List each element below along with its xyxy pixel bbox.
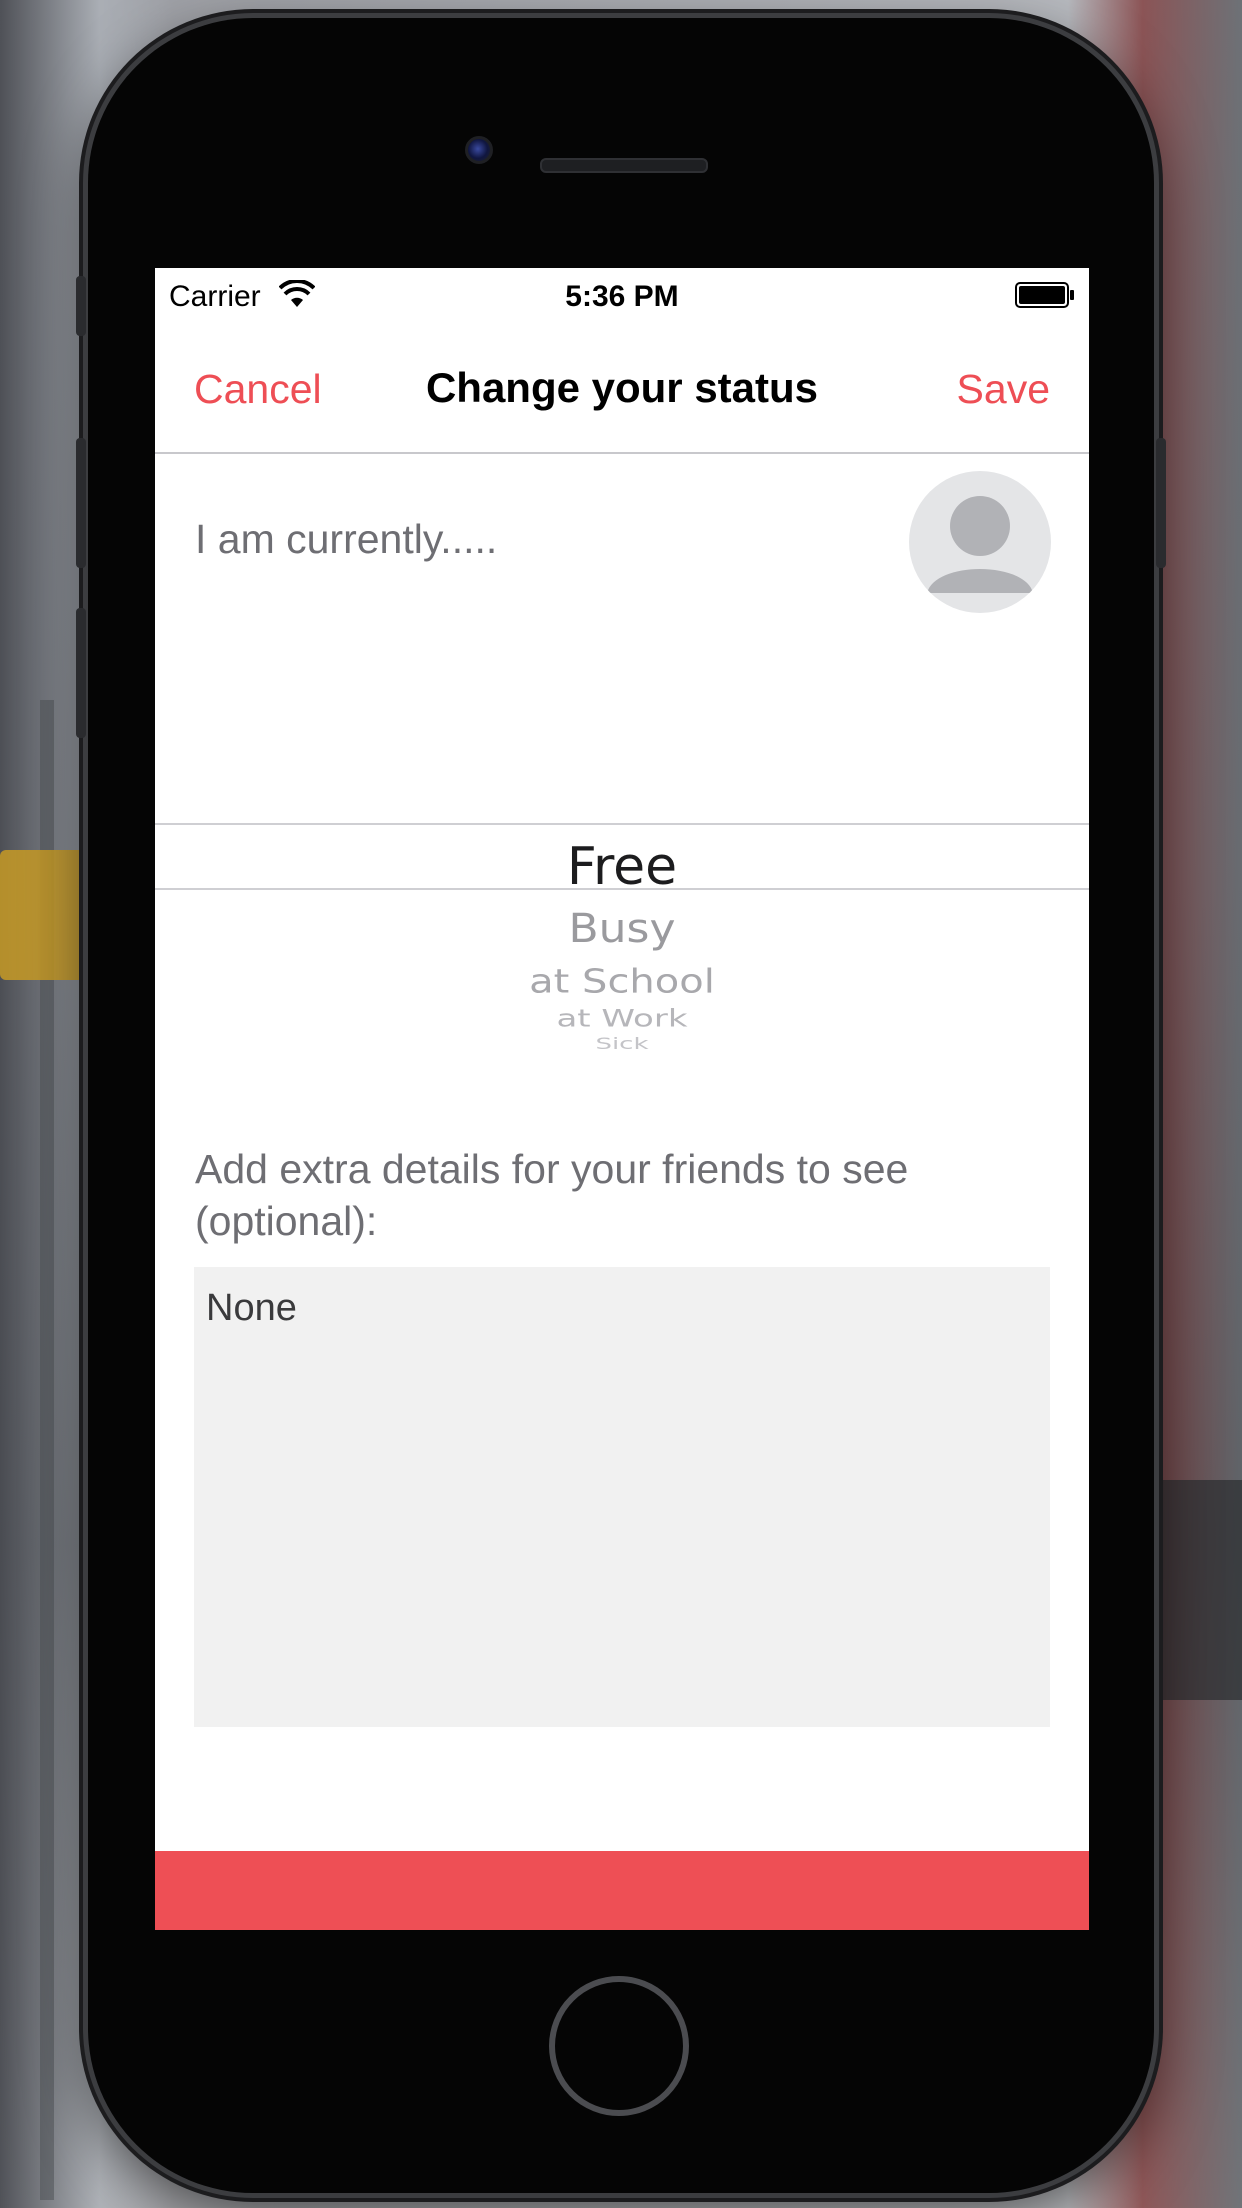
front-camera bbox=[465, 136, 493, 164]
details-label: Add extra details for your friends to se… bbox=[195, 1146, 909, 1244]
power-button bbox=[1156, 438, 1166, 568]
picker-option[interactable]: at School bbox=[155, 963, 1089, 1001]
picker-option[interactable]: Busy bbox=[155, 905, 1089, 952]
picker-option[interactable]: Sick bbox=[155, 1035, 1089, 1053]
background-sign bbox=[0, 850, 90, 980]
status-picker[interactable]: Free Busy at School at Work Sick bbox=[155, 823, 1089, 1343]
app-screen: Carrier 5:36 PM Cancel Change your statu… bbox=[155, 268, 1089, 1930]
bottom-action-bar[interactable] bbox=[155, 1851, 1089, 1930]
picker-option[interactable]: at Work bbox=[155, 1005, 1089, 1033]
status-bar: Carrier 5:36 PM bbox=[155, 268, 1089, 324]
navigation-bar: Cancel Change your status Save bbox=[155, 324, 1089, 454]
picker-top-divider bbox=[155, 823, 1089, 825]
save-button[interactable]: Save bbox=[957, 366, 1050, 413]
picker-option-selected[interactable]: Free bbox=[155, 837, 1089, 897]
details-text: None bbox=[206, 1287, 297, 1329]
earpiece-speaker bbox=[540, 158, 708, 173]
mute-switch bbox=[76, 276, 86, 336]
status-prompt: I am currently..... bbox=[195, 516, 498, 562]
details-textarea[interactable]: None bbox=[194, 1267, 1050, 1727]
volume-down-button bbox=[76, 608, 86, 738]
status-time: 5:36 PM bbox=[565, 280, 679, 313]
battery-icon bbox=[1015, 282, 1074, 308]
user-avatar-icon[interactable] bbox=[909, 471, 1051, 613]
home-button[interactable] bbox=[549, 1976, 689, 2116]
person-silhouette-icon bbox=[927, 496, 1033, 593]
cancel-button[interactable]: Cancel bbox=[194, 366, 322, 413]
volume-up-button bbox=[76, 438, 86, 568]
